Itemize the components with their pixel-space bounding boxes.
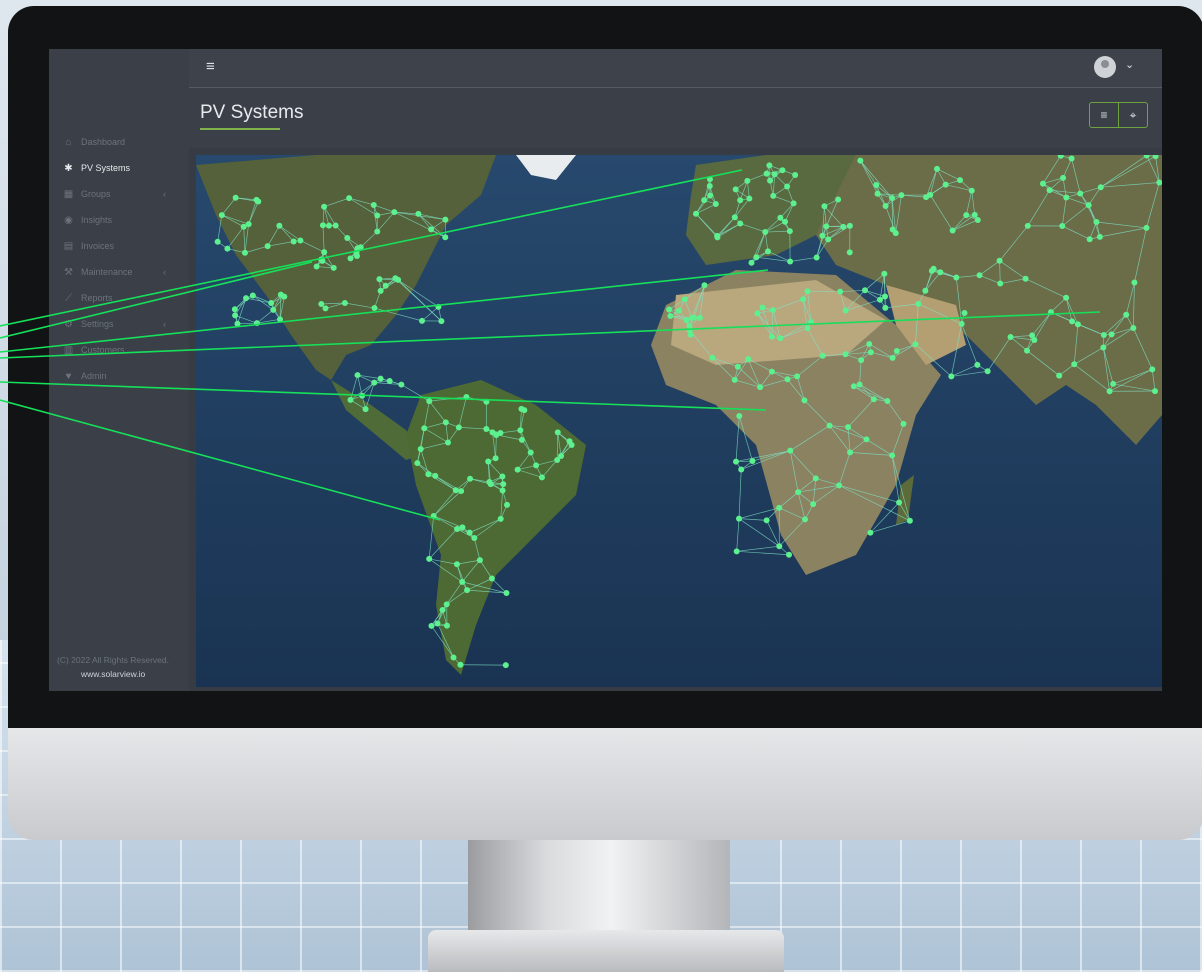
callout-line	[0, 169, 743, 327]
callout-lines	[0, 169, 1101, 521]
callout-line	[0, 399, 441, 521]
callout-line	[0, 261, 313, 339]
callout-line	[0, 381, 767, 411]
callout-line	[0, 269, 769, 353]
